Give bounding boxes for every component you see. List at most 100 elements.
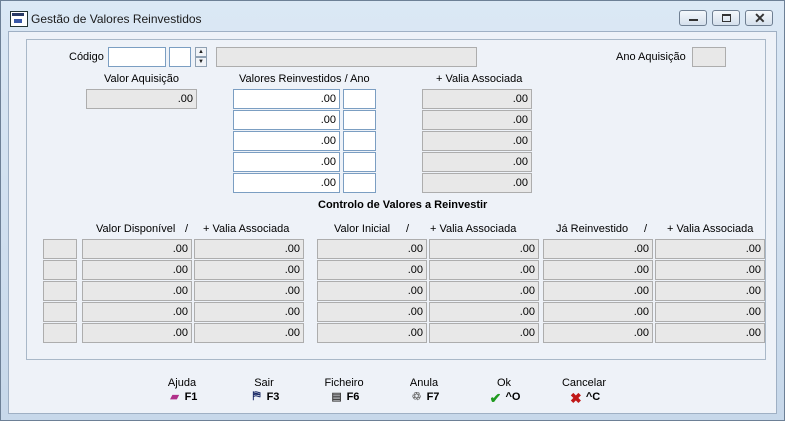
row-selector[interactable]	[43, 239, 77, 259]
sair-key: F3	[266, 390, 280, 403]
application-window: Gestão de Valores Reinvestidos ✕ Código …	[0, 0, 785, 421]
valor-aquisicao-field: .00	[86, 89, 197, 109]
slash-separator: /	[185, 223, 189, 235]
valor-inicial-valia-field: .00	[429, 302, 539, 322]
x-mark-icon: ✖	[569, 390, 582, 406]
valor-disponivel-valia-header: + Valia Associada	[203, 223, 290, 235]
ja-reinvestido-field: .00	[543, 239, 653, 259]
reinvest-value-input[interactable]: .00	[233, 152, 340, 172]
ajuda-label: Ajuda	[167, 377, 197, 389]
reinvest-value-input[interactable]: .00	[233, 110, 340, 130]
valor-inicial-valia-field: .00	[429, 281, 539, 301]
valor-inicial-valia-field: .00	[429, 260, 539, 280]
codigo-description-field	[216, 47, 477, 67]
codigo-label: Código	[69, 51, 104, 63]
ok-button[interactable]: Ok ✔ ^O	[474, 377, 534, 406]
valor-disponivel-field: .00	[82, 323, 192, 343]
valor-inicial-field: .00	[317, 323, 427, 343]
valor-disponivel-valia-field: .00	[194, 302, 304, 322]
cabinet-icon: ▤	[331, 391, 342, 403]
reinvest-valia-field: .00	[422, 152, 532, 172]
ja-reinvestido-field: .00	[543, 260, 653, 280]
valor-inicial-header: Valor Inicial	[334, 223, 391, 235]
row-selector[interactable]	[43, 302, 77, 322]
valor-inicial-field: .00	[317, 260, 427, 280]
dialog-body: Código ▲ ▼ Ano Aquisição Valor Aquisição…	[8, 31, 777, 414]
valor-inicial-field: .00	[317, 239, 427, 259]
cancelar-button[interactable]: Cancelar ✖ ^C	[554, 377, 614, 406]
reinvest-year-input[interactable]	[343, 131, 376, 151]
ja-reinvestido-valia-field: .00	[655, 281, 765, 301]
slash-separator: /	[644, 223, 648, 235]
ja-reinvestido-valia-field: .00	[655, 260, 765, 280]
codigo-input[interactable]	[108, 47, 166, 67]
row-selector[interactable]	[43, 281, 77, 301]
ano-aquisicao-field	[692, 47, 726, 67]
main-panel: Código ▲ ▼ Ano Aquisição Valor Aquisição…	[26, 39, 766, 360]
ja-reinvestido-valia-field: .00	[655, 302, 765, 322]
spin-down-button[interactable]: ▼	[195, 57, 207, 67]
valor-inicial-field: .00	[317, 302, 427, 322]
row-selector[interactable]	[43, 260, 77, 280]
close-icon: ✕	[754, 10, 766, 26]
maximize-button[interactable]	[712, 10, 740, 26]
anula-label: Anula	[409, 377, 439, 389]
codigo-suffix-input[interactable]	[169, 47, 191, 67]
anula-key: F7	[426, 390, 440, 403]
reinvest-year-input[interactable]	[343, 173, 376, 193]
reinvest-valia-field: .00	[422, 173, 532, 193]
sair-button[interactable]: Sair ⛿ F3	[234, 377, 294, 404]
reinvest-year-input[interactable]	[343, 110, 376, 130]
valor-inicial-valia-field: .00	[429, 323, 539, 343]
valor-disponivel-field: .00	[82, 302, 192, 322]
ja-reinvestido-header: Já Reinvestido	[556, 223, 629, 235]
book-icon: ▰	[170, 391, 179, 403]
valores-reinvestidos-label: Valores Reinvestidos / Ano	[239, 73, 370, 85]
mais-valia-label: + Valia Associada	[436, 73, 523, 85]
ajuda-button[interactable]: Ajuda ▰ F1	[152, 377, 212, 404]
ok-key: ^O	[505, 390, 521, 403]
minimize-icon	[689, 19, 698, 21]
ja-reinvestido-valia-field: .00	[655, 323, 765, 343]
reinvest-valia-field: .00	[422, 110, 532, 130]
valor-disponivel-valia-field: .00	[194, 260, 304, 280]
reinvest-value-input[interactable]: .00	[233, 131, 340, 151]
checkmark-icon: ✔	[489, 390, 502, 406]
controlo-title: Controlo de Valores a Reinvestir	[318, 199, 488, 211]
minimize-button[interactable]	[679, 10, 707, 26]
valor-disponivel-field: .00	[82, 239, 192, 259]
app-icon	[10, 11, 28, 27]
ok-label: Ok	[496, 377, 512, 389]
valor-inicial-valia-field: .00	[429, 239, 539, 259]
valor-disponivel-valia-field: .00	[194, 323, 304, 343]
trash-icon: ♲	[411, 391, 422, 403]
spin-up-button[interactable]: ▲	[195, 47, 207, 57]
valor-inicial-field: .00	[317, 281, 427, 301]
ja-reinvestido-valia-field: .00	[655, 239, 765, 259]
exit-door-icon: ⛿	[252, 390, 261, 402]
valor-disponivel-valia-field: .00	[194, 239, 304, 259]
reinvest-year-input[interactable]	[343, 152, 376, 172]
reinvest-value-input[interactable]: .00	[233, 89, 340, 109]
cancelar-key: ^C	[585, 390, 601, 403]
reinvest-value-input[interactable]: .00	[233, 173, 340, 193]
ficheiro-button[interactable]: Ficheiro ▤ F6	[314, 377, 374, 404]
valor-aquisicao-label: Valor Aquisição	[104, 73, 180, 85]
slash-separator: /	[406, 223, 410, 235]
close-button[interactable]: ✕	[745, 10, 773, 26]
ja-reinvestido-field: .00	[543, 323, 653, 343]
ja-reinvestido-valia-header: + Valia Associada	[667, 223, 754, 235]
anula-button[interactable]: Anula ♲ F7	[394, 377, 454, 404]
reinvest-year-input[interactable]	[343, 89, 376, 109]
window-title: Gestão de Valores Reinvestidos	[31, 12, 202, 26]
sair-label: Sair	[254, 377, 274, 389]
valor-disponivel-valia-field: .00	[194, 281, 304, 301]
row-selector[interactable]	[43, 323, 77, 343]
ficheiro-label: Ficheiro	[324, 377, 364, 389]
valor-disponivel-field: .00	[82, 260, 192, 280]
valor-disponivel-field: .00	[82, 281, 192, 301]
reinvest-valia-field: .00	[422, 131, 532, 151]
maximize-icon	[722, 14, 731, 22]
valor-inicial-valia-header: + Valia Associada	[430, 223, 517, 235]
ja-reinvestido-field: .00	[543, 281, 653, 301]
